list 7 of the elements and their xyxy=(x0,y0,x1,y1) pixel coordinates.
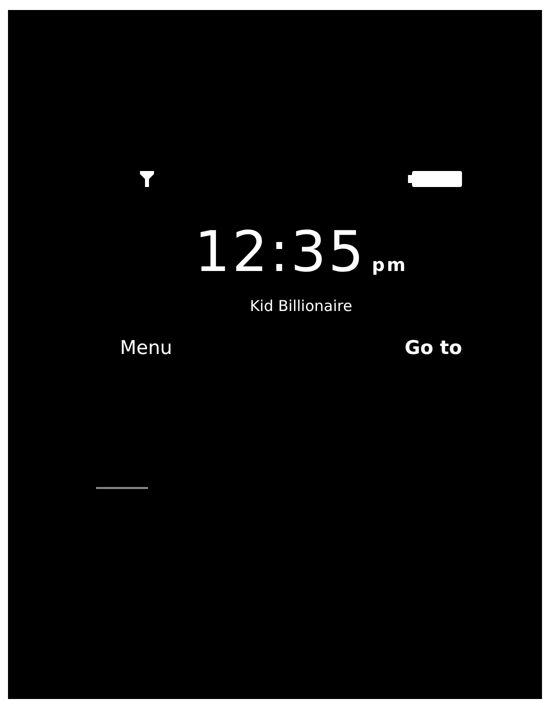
softkey-label[interactable]: Go to xyxy=(404,337,462,359)
softkey-label[interactable]: Menu xyxy=(120,337,172,359)
clock-time: 12:35 xyxy=(194,225,366,281)
battery-icon xyxy=(408,171,462,187)
clock-meridiem: pm xyxy=(372,255,408,276)
operator-name: Kid Billionaire xyxy=(248,297,354,315)
antenna-icon xyxy=(140,171,154,187)
